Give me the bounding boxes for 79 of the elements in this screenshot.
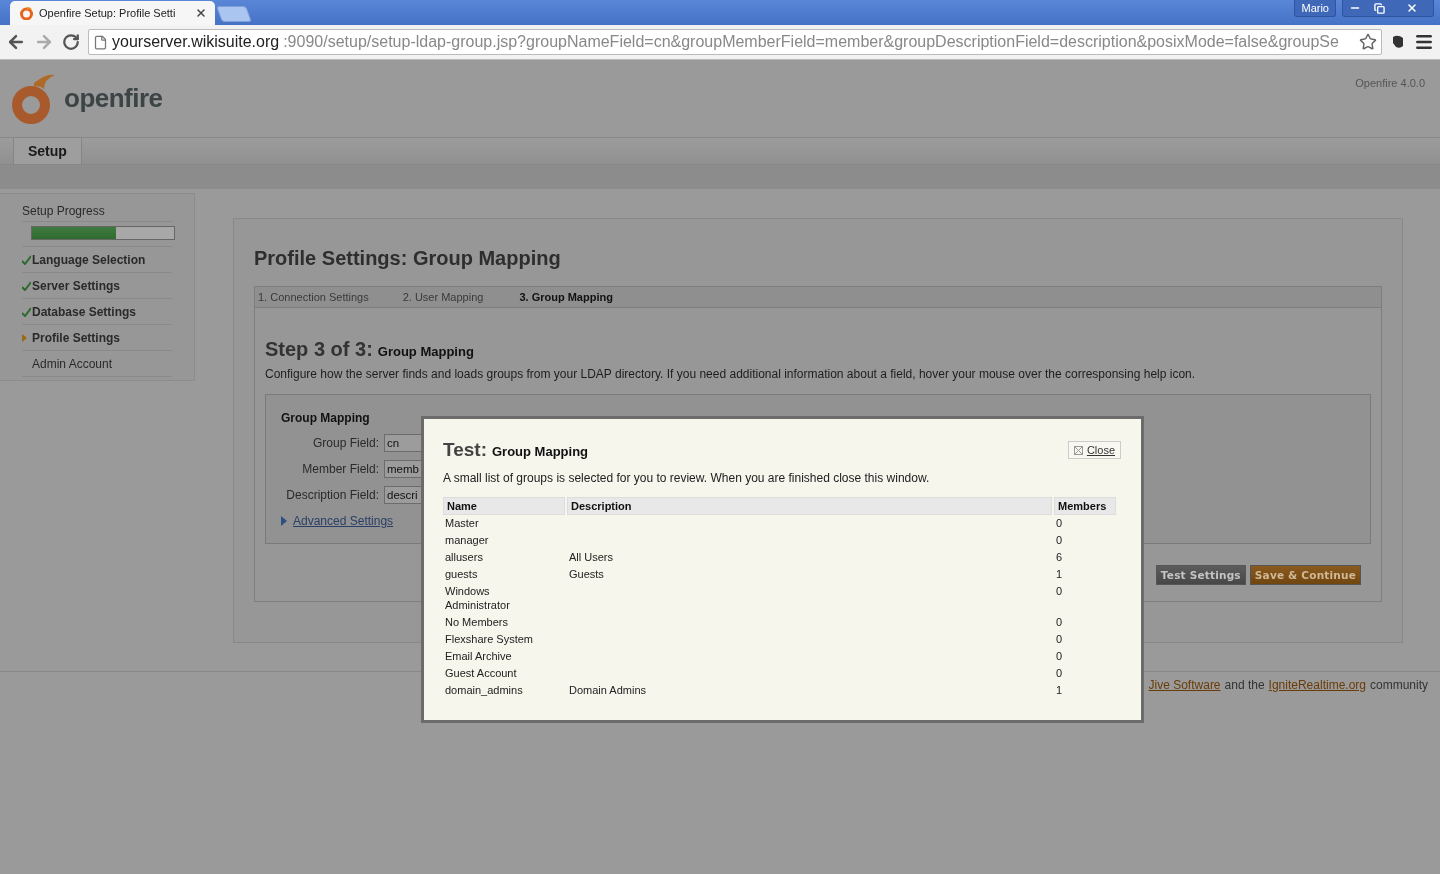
step-subheading: Group Mapping: [377, 344, 474, 359]
back-button[interactable]: [6, 32, 26, 52]
browser-tab[interactable]: Openfire Setup: Profile Setti: [10, 1, 215, 25]
table-cell: 6: [1056, 551, 1063, 563]
close-icon[interactable]: [195, 7, 207, 19]
table-cell: 0: [1056, 517, 1063, 529]
footer-text: community: [1370, 678, 1428, 692]
close-button[interactable]: Close: [1067, 441, 1121, 459]
table-cell: All Users: [569, 551, 613, 563]
progress-step: Profile Settings: [32, 330, 120, 345]
input-field[interactable]: descri: [384, 486, 422, 504]
table-cell: 0: [1056, 616, 1063, 628]
column-header: Name: [443, 497, 565, 515]
step-label: 2. User Mapping: [402, 291, 484, 303]
star-icon[interactable]: [1359, 33, 1377, 51]
field-label: Member Field:: [301, 462, 379, 476]
field-label: Group Field:: [311, 436, 379, 450]
table-cell: Guest Account: [445, 667, 517, 679]
step-description: Configure how the server finds and loads groups from your LDAP directory. If you need additional information about a field, hover your mouse over the corresponsing help icon.: [265, 367, 1197, 381]
table-cell: allusers: [445, 551, 483, 563]
table-cell: Domain Admins: [569, 684, 647, 696]
step-label: 1. Connection Settings: [258, 291, 369, 303]
url-field[interactable]: yourserver.wikisuite.org :9090/setup/setup-ldap-group.jsp?groupNameField=cn&groupMemberField=member&groupDescriptionField=description&posixMode=false&groupSe: [88, 29, 1382, 55]
logo-flame-icon: [10, 72, 56, 125]
version-text: Openfire 4.0.0: [1355, 77, 1425, 91]
table-cell: Master: [445, 517, 479, 529]
new-tab-button[interactable]: [216, 6, 252, 22]
close-icon: [1406, 2, 1418, 14]
table-cell: guests: [445, 568, 478, 580]
step-label: 3. Group Mapping: [519, 291, 613, 303]
table-cell: 0: [1056, 650, 1063, 662]
sidebar-title: Setup Progress: [22, 204, 172, 222]
check-icon: [22, 254, 31, 265]
triangle-icon: [281, 516, 287, 526]
footer-link[interactable]: Jive Software: [1148, 678, 1221, 692]
table-cell: Guests: [569, 568, 604, 580]
input-field[interactable]: cn: [384, 434, 422, 452]
dialog-title: Test:: [443, 439, 487, 461]
advanced-settings-link[interactable]: Advanced Settings: [293, 514, 394, 528]
footer-text: and the: [1224, 678, 1265, 692]
page-icon: [93, 34, 108, 50]
step-heading: Step 3 of 3:: [265, 338, 373, 361]
column-header: Description: [567, 497, 1052, 515]
footer-link[interactable]: IgniteRealtime.org: [1268, 678, 1366, 692]
table-cell: domain_admins: [445, 684, 523, 696]
check-icon: [22, 280, 31, 291]
action-button[interactable]: Test Settings: [1155, 565, 1246, 585]
action-button[interactable]: Save & Continue: [1249, 565, 1361, 585]
close-icon: [1073, 445, 1083, 455]
table-cell: Windows Administrator: [445, 585, 510, 611]
progress-step: Admin Account: [32, 356, 113, 371]
table-cell: 1: [1056, 684, 1063, 696]
menu-icon[interactable]: [1414, 32, 1434, 52]
dialog-subtitle: Group Mapping: [492, 444, 589, 459]
field-label: Description Field:: [285, 488, 379, 502]
dialog-description: A small list of groups is selected for you to review. When you are finished close this window.: [443, 471, 931, 485]
reload-button[interactable]: [62, 33, 80, 51]
table-cell: 0: [1056, 667, 1063, 679]
table-cell: 0: [1056, 585, 1063, 597]
page-title: Profile Settings: Group Mapping: [254, 247, 562, 270]
table-cell: No Members: [445, 616, 508, 628]
logo-text: openfire: [64, 83, 163, 114]
fieldset-legend: Group Mapping: [281, 411, 1355, 425]
user-badge[interactable]: Mario: [1294, 0, 1336, 17]
progress-step: Database Settings: [32, 304, 137, 319]
progress-step: Server Settings: [32, 278, 121, 293]
column-header: Members: [1054, 497, 1116, 515]
table-cell: 0: [1056, 633, 1063, 645]
nav-tab[interactable]: Setup: [13, 138, 82, 164]
input-field[interactable]: memb: [384, 460, 422, 478]
check-icon: [22, 306, 31, 317]
progress-step: Language Selection: [32, 252, 146, 267]
table-cell: Email Archive: [445, 650, 512, 662]
table-cell: 1: [1056, 568, 1063, 580]
restore-icon: [1373, 2, 1385, 14]
table-cell: manager: [445, 534, 489, 546]
table-cell: 0: [1056, 534, 1063, 546]
table-cell: Flexshare System: [445, 633, 534, 645]
tab-title: Openfire Setup: Profile Setti: [39, 7, 177, 19]
